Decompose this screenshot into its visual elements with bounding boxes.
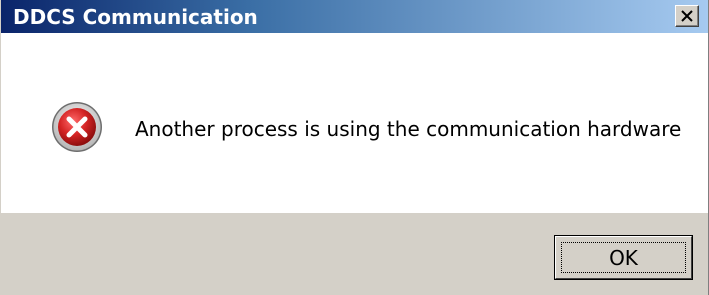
close-button[interactable] bbox=[675, 5, 699, 27]
ok-button[interactable]: OK bbox=[554, 235, 693, 280]
dialog-body: Another process is using the communicati… bbox=[1, 33, 708, 213]
button-bar: OK bbox=[1, 213, 708, 295]
title-bar[interactable]: DDCS Communication bbox=[1, 0, 708, 33]
message-text: Another process is using the communicati… bbox=[135, 117, 682, 141]
close-icon bbox=[681, 10, 693, 22]
error-icon bbox=[51, 101, 103, 153]
message-dialog: DDCS Communication Another process is us… bbox=[0, 0, 709, 295]
ok-button-label: OK bbox=[609, 246, 638, 270]
window-title: DDCS Communication bbox=[13, 5, 258, 29]
